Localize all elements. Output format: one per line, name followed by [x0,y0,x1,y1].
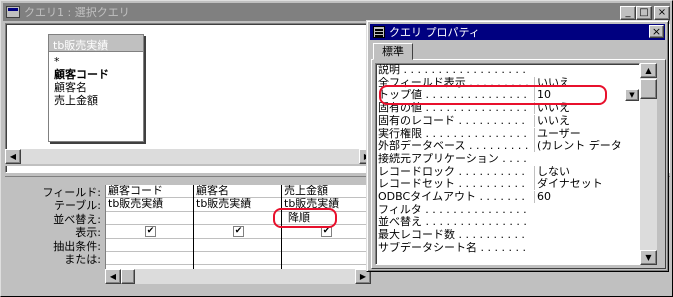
property-name: 最大レコード数 . . . . . . . . . . . . . . . . … [378,229,528,242]
property-row[interactable]: 並べ替え . . . . . . . . . . . . . . . . . .… [376,216,639,229]
query-icon [6,6,20,18]
chevron-down-icon[interactable]: ▼ [625,89,639,102]
field-list-item[interactable]: 売上金額 [54,94,138,107]
property-name: 接続元アプリケーション . . . . . . . . . . . . . . … [378,152,528,165]
scroll-left-icon[interactable]: ◀ [5,149,21,164]
sort-highlight [273,208,337,228]
scroll-left-icon[interactable]: ◀ [105,269,121,284]
grid-or-cell[interactable] [106,252,193,266]
grid-criteria-cell[interactable] [194,239,281,252]
minimize-button[interactable]: _ [620,6,636,20]
property-row[interactable]: 固有のレコード . . . . . . . . . . . . . . . . … [376,114,639,128]
grid-field-cell[interactable]: 顧客コード [106,185,193,199]
property-row[interactable]: 説明 . . . . . . . . . . . . . . . . . . .… [376,64,639,77]
property-row[interactable]: 外部データベース . . . . . . . . . . . . . . . .… [376,140,639,153]
row-label-or: または: [64,253,101,267]
property-close-button[interactable]: × [649,25,664,38]
property-sheet-title: クエリ プロパティ [389,26,480,39]
window-title: クエリ1 : 選択クエリ [24,6,130,19]
property-row[interactable]: 最大レコード数 . . . . . . . . . . . . . . . . … [376,229,639,242]
property-name: 並べ替え . . . . . . . . . . . . . . . . . .… [378,216,528,229]
checkbox-checked-icon[interactable]: ✔ [233,226,244,238]
property-name: 説明 . . . . . . . . . . . . . . . . . . .… [378,64,528,76]
grid-hscrollbar[interactable]: ◀ ▶ [105,269,371,284]
property-row[interactable]: フィルタ . . . . . . . . . . . . . . . . . .… [376,203,639,217]
property-row[interactable]: 接続元アプリケーション . . . . . . . . . . . . . . … [376,152,639,166]
window-title-bar[interactable]: クエリ1 : 選択クエリ _ □ × [3,3,670,21]
property-name: サブデータシート名 . . . . . . . . . . . . . . . … [378,241,528,254]
grid-show-cell[interactable]: ✔ [194,225,281,239]
property-row[interactable]: レコードロック . . . . . . . . . . . . . . . . … [376,165,639,179]
row-label-sort: 並べ替え: [53,212,101,226]
grid-table-cell[interactable]: tb販売実績 [106,198,193,212]
property-sheet-title-bar[interactable]: クエリ プロパティ [370,24,665,40]
field-list-item[interactable]: 顧客コード [54,68,138,81]
property-vscrollbar[interactable]: ▲ ▼ [640,63,657,265]
property-name: フィルタ . . . . . . . . . . . . . . . . . .… [378,203,528,216]
top-values-highlight [379,85,607,105]
property-sheet: クエリ プロパティ × 標準 説明 . . . . . . . . . . . … [366,20,669,272]
field-list-title: tb販売実績 [49,35,143,52]
property-value[interactable]: ユーザー [534,127,638,140]
property-name: 実行権限 . . . . . . . . . . . . . . . . . .… [378,127,528,140]
property-value[interactable]: (カレント データ [534,140,638,153]
close-button[interactable]: × [654,6,670,20]
grid-sort-cell[interactable] [194,212,281,226]
scroll-thumb[interactable] [121,269,135,284]
field-list-item[interactable]: 顧客名 [54,81,138,94]
row-label-criteria: 抽出条件: [53,239,101,253]
property-value[interactable]: ダイナセット [534,178,638,191]
property-name: 固有のレコード . . . . . . . . . . . . . . . . … [378,114,528,127]
property-sheet-icon [373,26,385,38]
grid-criteria-cell[interactable] [282,239,369,252]
property-name: ODBCタイムアウト . . . . . . . . . . . . . . .… [378,191,528,203]
checkbox-checked-icon[interactable]: ✔ [145,226,156,238]
grid-or-cell[interactable] [282,252,369,266]
grid-column[interactable]: 顧客コード tb販売実績 ✔ [106,185,194,269]
grid-criteria-cell[interactable] [106,239,193,252]
grid-show-cell[interactable]: ✔ [106,225,193,239]
scroll-thumb[interactable] [640,79,657,99]
property-value[interactable]: 60 [534,191,638,203]
scroll-down-icon[interactable]: ▼ [640,250,657,265]
grid-or-cell[interactable] [194,252,281,266]
grid-sort-cell[interactable] [106,212,193,226]
field-list-item[interactable]: * [54,55,138,68]
row-label-show: 表示: [75,226,101,240]
row-label-field: フィールド: [42,186,102,199]
property-value[interactable]: しない [534,165,638,178]
field-list-window[interactable]: tb販売実績 * 顧客コード 顧客名 売上金額 [48,34,144,142]
row-label-table: テーブル: [53,199,101,213]
grid-field-cell[interactable]: 売上金額 [282,185,369,199]
property-name: レコードロック . . . . . . . . . . . . . . . . … [378,165,528,178]
maximize-button[interactable]: □ [636,6,652,20]
property-name: 外部データベース . . . . . . . . . . . . . . . .… [378,140,528,153]
property-name: レコードセット . . . . . . . . . . . . . . . . … [378,178,528,191]
property-row[interactable]: レコードセット . . . . . . . . . . . . . . . . … [376,178,639,191]
grid-table-cell[interactable]: tb販売実績 [194,198,281,212]
tab-general[interactable]: 標準 [373,43,413,60]
grid-row-labels: フィールド: テーブル: 並べ替え: 表示: 抽出条件: または: [5,186,102,267]
grid-column[interactable]: 顧客名 tb販売実績 ✔ [194,185,282,269]
property-value[interactable]: いいえ [534,114,638,127]
property-row[interactable]: サブデータシート名 . . . . . . . . . . . . . . . … [376,241,639,255]
property-row[interactable]: ODBCタイムアウト . . . . . . . . . . . . . . .… [376,191,639,204]
property-row[interactable]: 実行権限 . . . . . . . . . . . . . . . . . .… [376,127,639,141]
scroll-up-icon[interactable]: ▲ [640,63,657,78]
table-pane-hscrollbar[interactable]: ◀ ▶ [5,149,375,166]
grid-field-cell[interactable]: 顧客名 [194,185,281,199]
